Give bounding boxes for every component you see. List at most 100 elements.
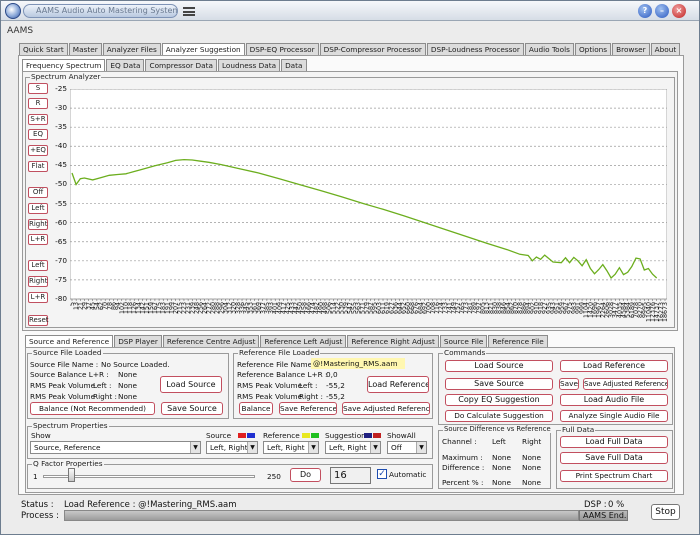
suggestion-channel-select[interactable]: Left, Right ▼ [325, 441, 381, 454]
analyze-single-audio-file-button[interactable]: Analyze Single Audio File [560, 410, 668, 422]
diff-right-header: Right [522, 437, 542, 446]
menu-icon[interactable] [183, 7, 195, 16]
bottom-tab-6[interactable]: Reference File [488, 335, 548, 347]
spectrum-side-button-6[interactable]: Off [28, 187, 48, 198]
load-source-button[interactable]: Load Source [160, 376, 222, 393]
bottom-tab-3[interactable]: Reference Left Adjust [260, 335, 347, 347]
x-tick-label: 18673 [662, 302, 667, 322]
y-tick-label: -55 [55, 198, 67, 208]
cmd-load-reference-button[interactable]: Load Reference [560, 360, 668, 372]
spectrum-side-button-0[interactable]: S [28, 83, 48, 94]
chevron-down-icon: ▼ [416, 442, 426, 453]
copy-eq-suggestion-button[interactable]: Copy EQ Suggestion [445, 394, 553, 406]
reference-group-title: Reference File Loaded [238, 348, 321, 357]
spectrum-side-button-2[interactable]: S+R [28, 114, 48, 125]
spectrum-side-button-10[interactable]: Left [28, 260, 48, 271]
spectrum-side-button-7[interactable]: Left [28, 203, 48, 214]
source-channel-select[interactable]: Left, Right ▼ [206, 441, 258, 454]
process-progress-bar [64, 510, 579, 521]
spectrum-properties-title: Spectrum Properties [32, 421, 109, 430]
sub-tab-3[interactable]: Loudness Data [217, 59, 281, 71]
main-tab-1[interactable]: Master [68, 43, 102, 55]
diff-max-left: None [492, 453, 512, 462]
bottom-tab-1[interactable]: DSP Player [114, 335, 162, 347]
print-spectrum-chart-button[interactable]: Print Spectrum Chart [560, 470, 668, 482]
spectrum-side-button-9[interactable]: L+R [28, 234, 48, 245]
help-icon[interactable]: ? [638, 4, 652, 18]
q-do-button[interactable]: Do [290, 468, 321, 482]
q-max-label: 250 [267, 472, 281, 481]
main-tab-8[interactable]: Options [574, 43, 612, 55]
close-icon[interactable]: × [672, 4, 686, 18]
bottom-tab-5[interactable]: Source File [439, 335, 488, 347]
sub-tab-1[interactable]: EQ Data [106, 59, 145, 71]
y-tick-label: -50 [55, 179, 67, 189]
main-tab-0[interactable]: Quick Start [19, 43, 68, 55]
spectrum-side-button-12[interactable]: L+R [28, 292, 48, 303]
source-color-label: Source [206, 431, 232, 440]
show-select-value: Source, Reference [34, 443, 101, 452]
diff-pct-label: Percent % : [442, 478, 484, 487]
diff-pct-right: None [522, 478, 542, 487]
full-data-title: Full Data [561, 425, 596, 434]
reference-channel-select[interactable]: Left, Right ▼ [263, 441, 319, 454]
spectrum-side-button-11[interactable]: Right [28, 276, 48, 287]
reference-right-color-swatch [311, 433, 319, 438]
balance-not-recommended-button[interactable]: Balance (Not Recommended) [30, 402, 155, 415]
source-group-title: Source File Loaded [32, 348, 103, 357]
q-value-field[interactable]: 16 [330, 467, 371, 484]
showall-label: ShowAll [387, 431, 416, 440]
y-tick-label: -60 [55, 217, 67, 227]
spectrum-side-button-1[interactable]: R [28, 98, 48, 109]
cmd-save-adjusted-reference-button[interactable]: Save Adjusted Reference [583, 378, 668, 390]
showall-select[interactable]: Off ▼ [387, 441, 427, 454]
spectrum-chart: 5132129374554627078869410211011812613414… [70, 89, 667, 322]
stop-button[interactable]: Stop [651, 504, 680, 520]
save-full-data-button[interactable]: Save Full Data [560, 452, 668, 464]
q-factor-slider-track[interactable] [43, 475, 255, 478]
do-calculate-suggestion-button[interactable]: Do Calculate Suggestion [445, 410, 553, 422]
sub-tab-2[interactable]: Compressor Data [145, 59, 217, 71]
main-tab-2[interactable]: Analyzer Files [102, 43, 161, 55]
q-factor-title: Q Factor Properties [32, 459, 104, 468]
main-tab-6[interactable]: DSP-Loudness Processor [426, 43, 524, 55]
spectrum-side-button-13[interactable]: Reset [28, 315, 49, 326]
automatic-label: Automatic [389, 470, 427, 479]
y-tick-label: -40 [55, 141, 67, 151]
load-reference-button[interactable]: Load Reference [367, 376, 429, 393]
reference-left-color-swatch [302, 433, 310, 438]
cmd-save-source-button[interactable]: Save Source [445, 378, 553, 390]
cmd-save-button[interactable]: Save [559, 378, 579, 390]
diff-channel-label: Channel : [442, 437, 477, 446]
bottom-tab-4[interactable]: Reference Right Adjust [347, 335, 439, 347]
minimize-icon[interactable]: – [655, 4, 669, 18]
save-reference-button[interactable]: Save Reference [279, 402, 337, 415]
sub-tab-4[interactable]: Data [281, 59, 307, 71]
automatic-checkbox[interactable]: ✓ [377, 469, 387, 479]
source-channel-value: Left, Right [210, 443, 248, 452]
y-tick-label: -70 [55, 255, 67, 265]
show-select[interactable]: Source, Reference ▼ [30, 441, 201, 454]
main-tab-7[interactable]: Audio Tools [524, 43, 574, 55]
spectrum-side-button-4[interactable]: +EQ [28, 145, 48, 156]
spectrum-side-button-5[interactable]: Flat [28, 161, 48, 172]
q-factor-slider-thumb[interactable] [67, 468, 75, 482]
aams-end-label: AAMS End. [579, 510, 628, 521]
main-tab-5[interactable]: DSP-Compressor Processor [319, 43, 426, 55]
y-tick-label: -25 [55, 84, 67, 93]
load-full-data-button[interactable]: Load Full Data [560, 436, 668, 448]
reference-balance-button[interactable]: Balance [239, 402, 273, 415]
main-tab-9[interactable]: Browser [612, 43, 650, 55]
app-logo-icon [5, 3, 21, 19]
cmd-load-source-button[interactable]: Load Source [445, 360, 553, 372]
main-tab-10[interactable]: About [650, 43, 681, 55]
spectrum-side-button-3[interactable]: EQ [28, 129, 48, 140]
save-adjusted-reference-button[interactable]: Save Adjusted Reference [342, 402, 430, 415]
suggestion-color-label: Suggestion [325, 431, 366, 440]
main-tab-4[interactable]: DSP-EQ Processor [245, 43, 319, 55]
bottom-tab-2[interactable]: Reference Centre Adjust [162, 335, 260, 347]
spectrum-side-button-8[interactable]: Right [28, 219, 48, 230]
window-title: AAMS Audio Auto Mastering System [23, 4, 178, 18]
save-source-button[interactable]: Save Source [161, 402, 223, 415]
load-audio-file-button[interactable]: Load Audio File [560, 394, 668, 406]
